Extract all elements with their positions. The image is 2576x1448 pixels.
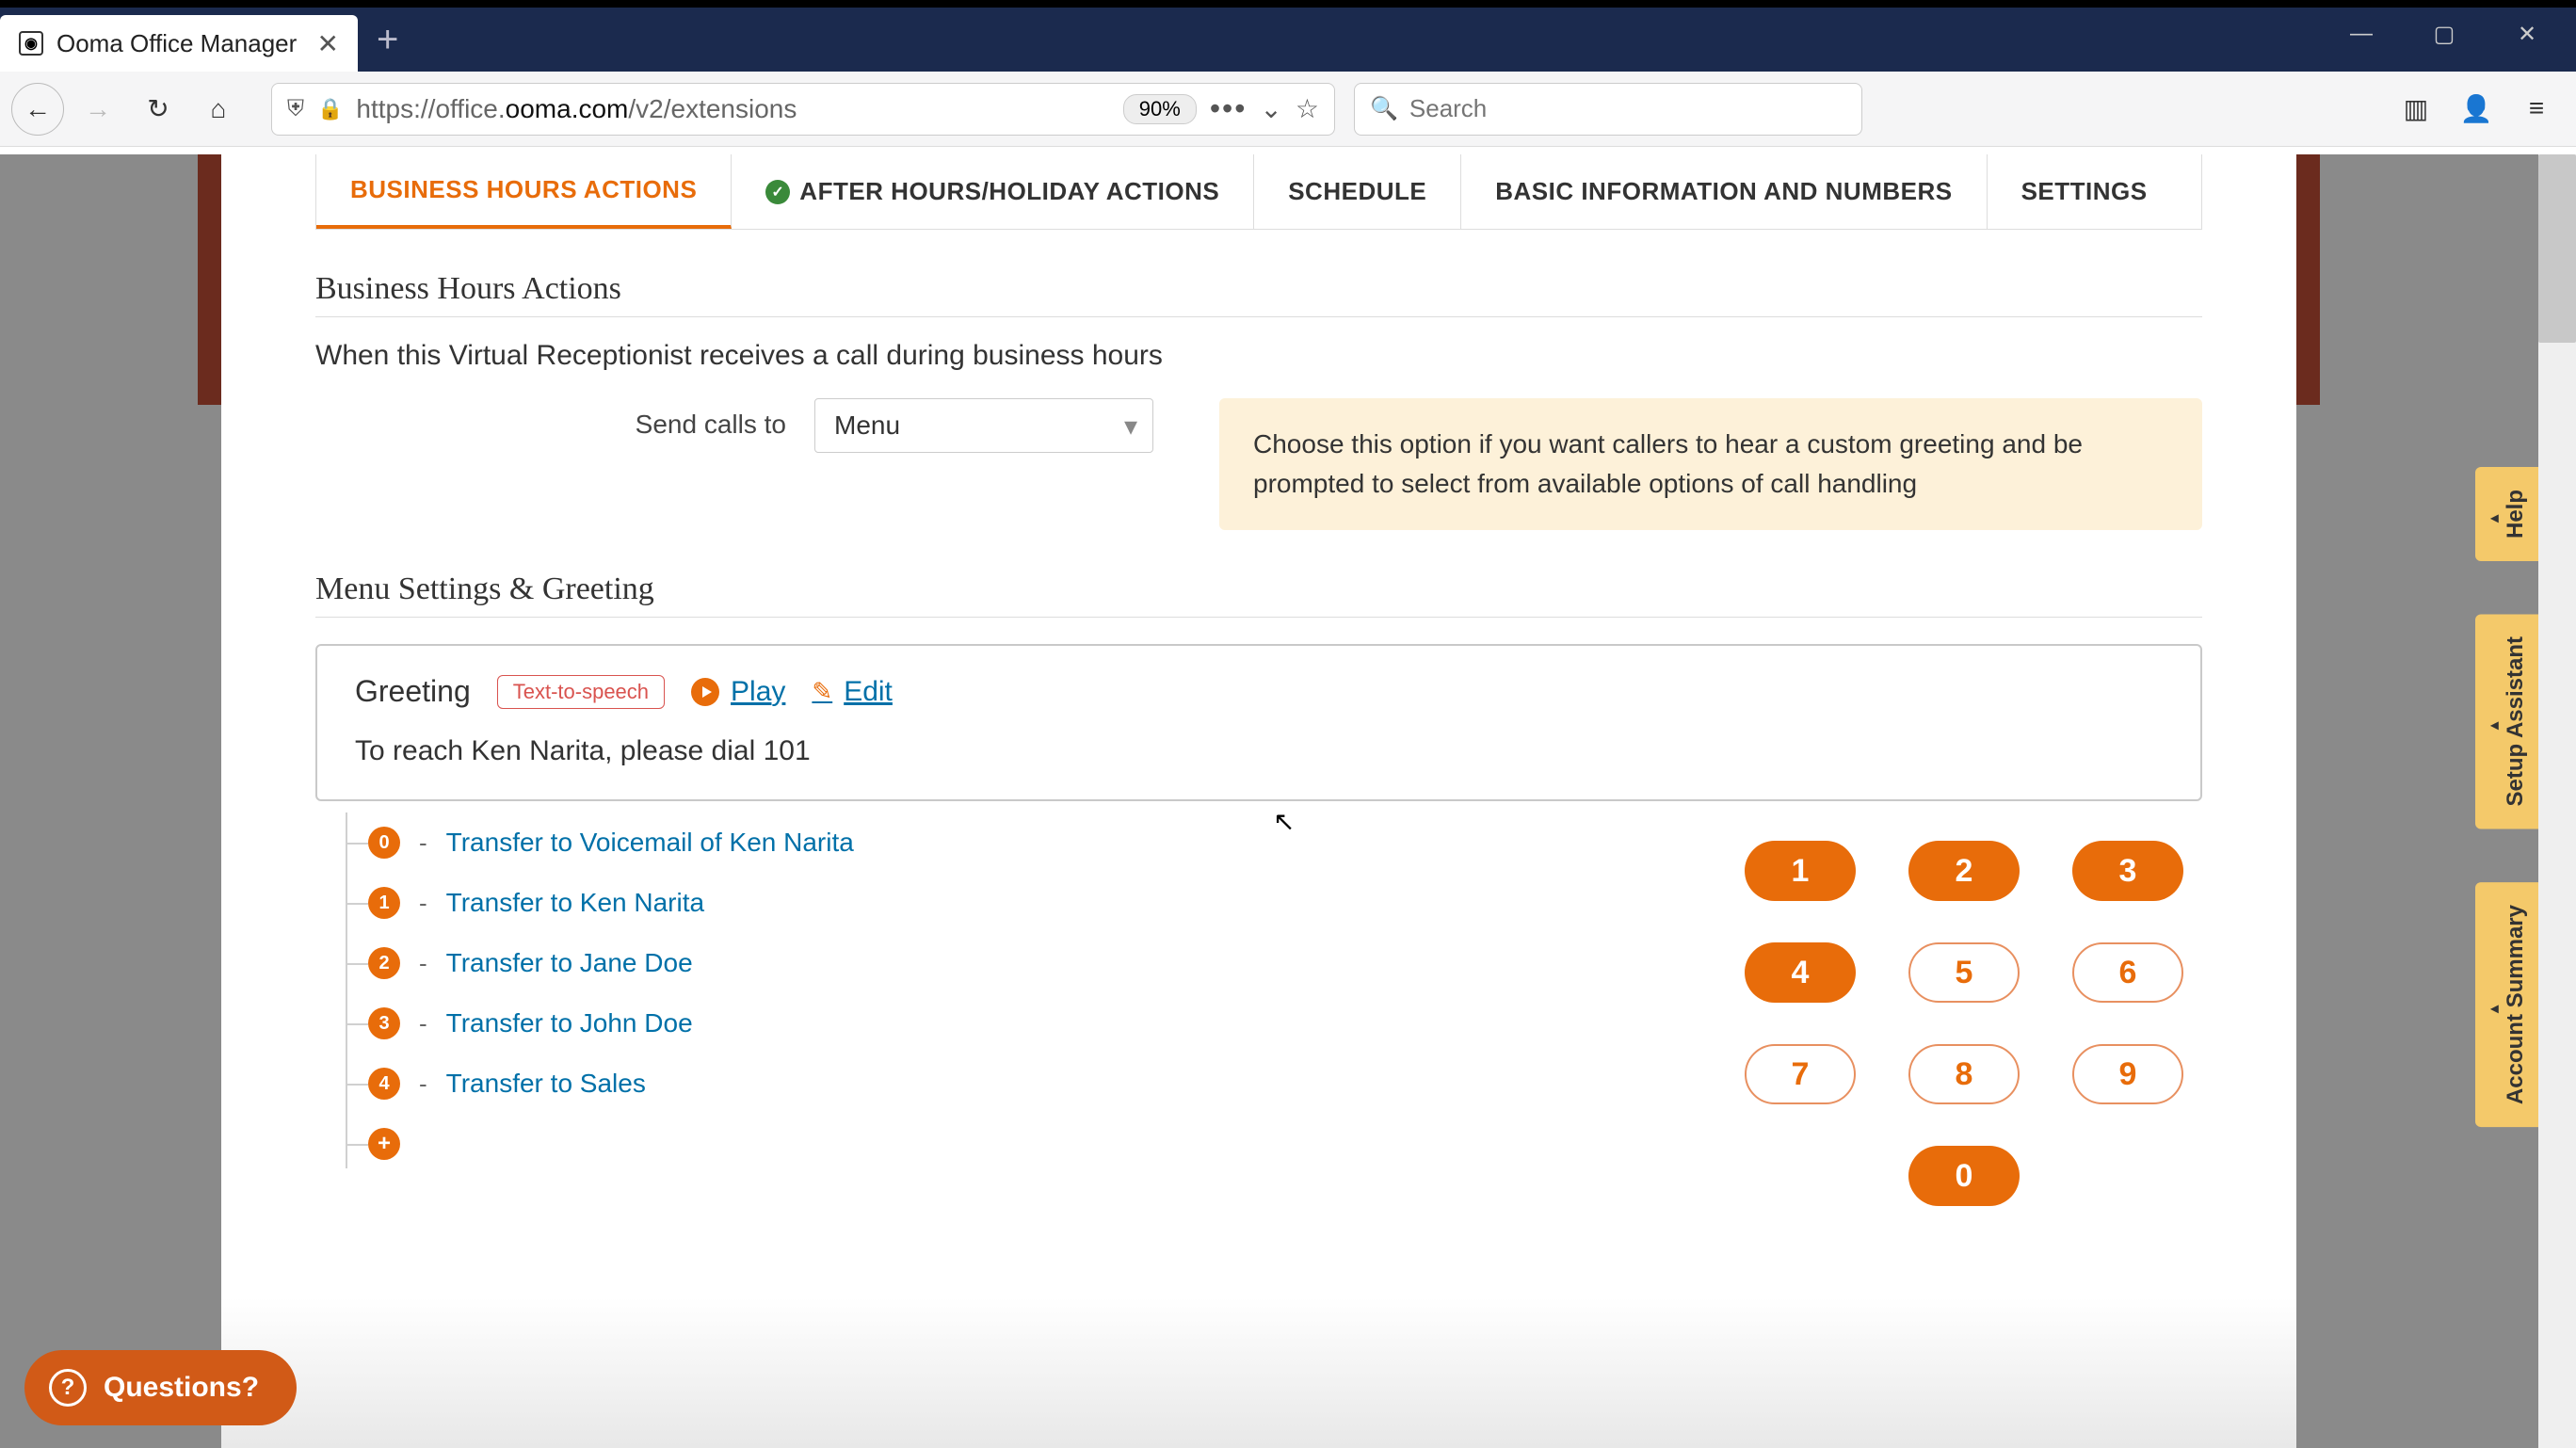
question-icon: ?: [49, 1369, 87, 1407]
tab-title: Ooma Office Manager: [56, 29, 304, 58]
close-tab-icon[interactable]: ✕: [317, 28, 339, 59]
side-tab-account[interactable]: ◂Account Summary: [2475, 882, 2538, 1127]
menu-item-4[interactable]: 4 - Transfer to Sales: [368, 1054, 1707, 1114]
greeting-label: Greeting: [355, 674, 471, 709]
tab-schedule[interactable]: SCHEDULE: [1254, 154, 1461, 229]
main-card: BUSINESS HOURS ACTIONS ✓AFTER HOURS/HOLI…: [221, 154, 2296, 1448]
page-content: BUSINESS HOURS ACTIONS ✓AFTER HOURS/HOLI…: [0, 154, 2538, 1448]
key-badge: 3: [368, 1007, 400, 1039]
browser-tab[interactable]: ◉ Ooma Office Manager ✕: [0, 15, 358, 72]
menu-action-link[interactable]: Transfer to Sales: [446, 1069, 646, 1099]
key-badge: 1: [368, 887, 400, 919]
search-icon: 🔍: [1370, 95, 1398, 122]
home-button[interactable]: ⌂: [192, 83, 245, 136]
key-badge: 0: [368, 827, 400, 859]
section-title-menu-settings: Menu Settings & Greeting: [315, 571, 2202, 618]
menu-item-1[interactable]: 1 - Transfer to Ken Narita: [368, 873, 1707, 933]
greeting-text: To reach Ken Narita, please dial 101: [355, 735, 2163, 767]
side-tab-setup[interactable]: ◂Setup Assistant: [2475, 614, 2538, 829]
pencil-icon: ✎: [812, 677, 832, 706]
close-window-button[interactable]: ✕: [2486, 8, 2568, 60]
key-badge: 4: [368, 1068, 400, 1100]
page-actions-icon[interactable]: •••: [1210, 91, 1248, 126]
menu-action-link[interactable]: Transfer to John Doe: [446, 1008, 693, 1038]
tab-basic-info[interactable]: BASIC INFORMATION AND NUMBERS: [1461, 154, 1987, 229]
scrollbar-thumb[interactable]: [2538, 154, 2576, 343]
address-bar[interactable]: ⛨ 🔒 https://office.ooma.com/v2/extension…: [271, 83, 1335, 136]
ooma-favicon: ◉: [19, 31, 43, 56]
new-tab-button[interactable]: +: [377, 19, 398, 61]
window-controls: — ▢ ✕: [2320, 8, 2568, 60]
side-tabs: ◂Help ◂Setup Assistant ◂Account Summary: [2475, 467, 2538, 1127]
keypad-7[interactable]: 7: [1745, 1044, 1856, 1104]
menu-action-link[interactable]: Transfer to Ken Narita: [446, 888, 704, 918]
tts-badge: Text-to-speech: [497, 675, 665, 709]
add-menu-item[interactable]: +: [368, 1114, 1707, 1174]
keypad-4[interactable]: 4: [1745, 942, 1856, 1003]
bookmark-star-icon[interactable]: ☆: [1296, 93, 1319, 124]
lock-icon[interactable]: 🔒: [317, 97, 343, 121]
search-bar[interactable]: 🔍: [1354, 83, 1862, 136]
keypad-8[interactable]: 8: [1908, 1044, 2020, 1104]
search-input[interactable]: [1409, 94, 1846, 123]
send-calls-label: Send calls to: [315, 398, 786, 440]
maximize-button[interactable]: ▢: [2403, 8, 2486, 60]
play-icon: [691, 678, 719, 706]
info-callout: Choose this option if you want callers t…: [1219, 398, 2202, 530]
menu-tree: 0 - Transfer to Voicemail of Ken Narita …: [315, 812, 1707, 1206]
scrollbar[interactable]: [2538, 154, 2576, 1448]
pocket-icon[interactable]: ⌄: [1260, 93, 1281, 124]
url-text: https://office.ooma.com/v2/extensions: [356, 94, 1109, 124]
tab-after-hours[interactable]: ✓AFTER HOURS/HOLIDAY ACTIONS: [732, 154, 1254, 229]
keypad-1[interactable]: 1: [1745, 841, 1856, 901]
menu-action-link[interactable]: Transfer to Jane Doe: [446, 948, 693, 978]
select-value: Menu: [834, 410, 900, 441]
keypad: 1 2 3 4 5 6 7 8 9 0: [1745, 841, 2183, 1206]
browser-tab-bar: ◉ Ooma Office Manager ✕ + — ▢ ✕: [0, 8, 2576, 72]
keypad-5[interactable]: 5: [1908, 942, 2020, 1003]
keypad-2[interactable]: 2: [1908, 841, 2020, 901]
edit-button[interactable]: ✎ Edit: [812, 676, 893, 708]
menu-action-link[interactable]: Transfer to Voicemail of Ken Narita: [446, 828, 854, 858]
greeting-box: Greeting Text-to-speech Play ✎ Edit To r…: [315, 644, 2202, 801]
check-icon: ✓: [765, 180, 790, 204]
menu-icon[interactable]: ≡: [2516, 93, 2557, 124]
keypad-3[interactable]: 3: [2072, 841, 2183, 901]
menu-item-3[interactable]: 3 - Transfer to John Doe: [368, 993, 1707, 1054]
zoom-badge[interactable]: 90%: [1123, 94, 1197, 124]
play-button[interactable]: Play: [691, 676, 785, 708]
account-icon[interactable]: 👤: [2455, 93, 2497, 124]
tab-settings[interactable]: SETTINGS: [1988, 154, 2182, 229]
section-title-business-hours: Business Hours Actions: [315, 271, 2202, 317]
keypad-0[interactable]: 0: [1908, 1146, 2020, 1206]
key-badge: 2: [368, 947, 400, 979]
minimize-button[interactable]: —: [2320, 8, 2403, 60]
library-icon[interactable]: ▥: [2395, 93, 2437, 124]
section-description: When this Virtual Receptionist receives …: [315, 340, 2202, 372]
main-tabs: BUSINESS HOURS ACTIONS ✓AFTER HOURS/HOLI…: [315, 154, 2202, 230]
keypad-6[interactable]: 6: [2072, 942, 2183, 1003]
tab-business-hours[interactable]: BUSINESS HOURS ACTIONS: [316, 154, 732, 229]
send-calls-select[interactable]: Menu ▾: [814, 398, 1153, 453]
plus-icon[interactable]: +: [368, 1128, 400, 1160]
side-tab-help[interactable]: ◂Help: [2475, 467, 2538, 561]
keypad-9[interactable]: 9: [2072, 1044, 2183, 1104]
questions-button[interactable]: ? Questions?: [24, 1350, 297, 1425]
back-button[interactable]: ←: [11, 83, 64, 136]
forward-button[interactable]: →: [72, 83, 124, 136]
chevron-down-icon: ▾: [1124, 410, 1137, 442]
menu-item-0[interactable]: 0 - Transfer to Voicemail of Ken Narita: [368, 812, 1707, 873]
menu-item-2[interactable]: 2 - Transfer to Jane Doe: [368, 933, 1707, 993]
shield-icon[interactable]: ⛨: [287, 96, 304, 122]
reload-button[interactable]: ↻: [132, 83, 185, 136]
browser-toolbar: ← → ↻ ⌂ ⛨ 🔒 https://office.ooma.com/v2/e…: [0, 72, 2576, 147]
